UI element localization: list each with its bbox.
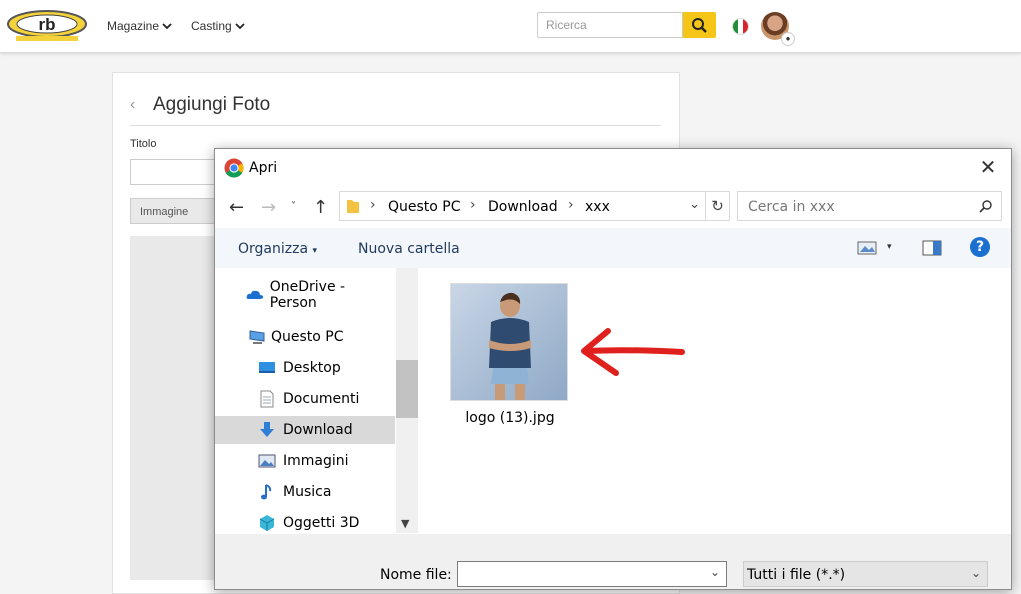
site-search-button[interactable] [683, 12, 716, 38]
title-field-label: Titolo [130, 138, 157, 150]
sidebar-item-label: Documenti [283, 391, 360, 407]
scroll-down-chevron-icon[interactable]: ▼ [401, 517, 409, 530]
new-folder-button[interactable]: Nuova cartella [358, 241, 460, 257]
organize-label: Organizza [238, 241, 309, 257]
computer-icon [249, 330, 265, 344]
breadcrumb-separator-icon: › [370, 197, 376, 213]
folder-search-input[interactable] [746, 198, 970, 216]
sidebar-item-pictures[interactable]: Immagini [258, 447, 349, 475]
recent-locations-chevron-icon[interactable]: ˅ [291, 201, 296, 212]
address-bar[interactable]: › Questo PC › Download › xxx ⌄ [339, 191, 706, 221]
view-dropdown-triangle-icon[interactable]: ▾ [887, 242, 892, 252]
sidebar-item-label: Questo PC [271, 329, 344, 345]
filename-field[interactable]: ⌄ [457, 561, 727, 587]
preview-pane-icon[interactable] [922, 240, 942, 256]
menu-magazine[interactable]: Magazine [107, 19, 172, 33]
download-icon [260, 422, 274, 437]
image-dropzone[interactable] [130, 236, 220, 580]
folder-icon [347, 200, 359, 213]
file-type-chevron-icon: ⌄ [970, 566, 981, 580]
desktop-icon [259, 362, 275, 373]
sidebar-item-label: Oggetti 3D [283, 515, 360, 531]
title-field[interactable] [130, 159, 220, 185]
back-chevron-icon[interactable]: ‹ [130, 96, 135, 114]
chevron-down-icon [162, 23, 172, 30]
file-type-select[interactable]: Tutti i file (*.*) ⌄ [743, 561, 988, 587]
chrome-icon [224, 158, 244, 178]
navigation-pane: OneDrive - Person Questo PC Desktop Docu… [215, 268, 395, 533]
sidebar-item-label: Musica [283, 484, 332, 500]
logo-text: rb [39, 15, 56, 34]
breadcrumb-download[interactable]: Download [488, 199, 558, 215]
breadcrumb-separator-icon: › [470, 197, 476, 213]
image-tab[interactable]: Immagine [130, 198, 220, 224]
user-icon: ● [781, 32, 795, 46]
italy-flag-icon[interactable] [732, 18, 749, 35]
breadcrumb-separator-icon: › [568, 197, 574, 213]
sidebar-item-3d-objects[interactable]: Oggetti 3D [258, 509, 359, 533]
menu-magazine-label: Magazine [107, 19, 160, 33]
music-icon [261, 484, 272, 500]
sidebar-item-documents[interactable]: Documenti [258, 385, 359, 413]
file-name-label[interactable]: logo (13).jpg [440, 410, 580, 426]
dialog-toolbar: Organizza ▾ Nuova cartella ▾ ? [215, 228, 1011, 268]
refresh-icon[interactable]: ↻ [706, 191, 730, 221]
document-icon [260, 390, 274, 408]
top-navbar: rb Magazine Casting ● [0, 0, 1021, 53]
organize-menu[interactable]: Organizza ▾ [238, 241, 317, 257]
navigation-scrollbar[interactable]: ▼ [396, 268, 418, 533]
forward-arrow-icon[interactable]: → [261, 197, 276, 218]
scrollbar-thumb[interactable] [396, 360, 418, 418]
sidebar-item-music[interactable]: Musica [258, 478, 331, 506]
dialog-title: Apri [249, 160, 278, 176]
page-title: Aggiungi Foto [153, 94, 271, 115]
folder-search-box[interactable] [737, 191, 1002, 221]
site-search-input[interactable] [537, 12, 683, 38]
title-divider [130, 125, 661, 126]
chevron-down-icon [235, 23, 245, 30]
sidebar-item-label: Download [283, 422, 353, 438]
sidebar-item-download[interactable]: Download [215, 416, 395, 444]
view-options-icon[interactable] [857, 241, 877, 255]
sidebar-item-onedrive[interactable]: OneDrive - Person [245, 279, 395, 311]
menu-casting-label: Casting [191, 19, 232, 33]
breadcrumb-xxx[interactable]: xxx [585, 199, 610, 215]
help-icon[interactable]: ? [970, 237, 990, 257]
sidebar-item-desktop[interactable]: Desktop [258, 354, 341, 382]
address-dropdown-chevron-icon[interactable]: ⌄ [689, 197, 700, 212]
sidebar-item-label: Desktop [283, 360, 341, 376]
site-logo[interactable]: rb [6, 8, 88, 42]
up-arrow-icon[interactable]: ↑ [313, 197, 328, 218]
pictures-icon [258, 454, 276, 468]
file-type-value: Tutti i file (*.*) [747, 567, 846, 583]
photo-image [451, 284, 567, 400]
menu-casting[interactable]: Casting [191, 19, 245, 33]
back-arrow-icon[interactable]: ← [229, 197, 244, 218]
file-thumbnail[interactable] [450, 283, 568, 401]
search-icon [979, 200, 992, 213]
red-arrow-annotation [581, 328, 685, 376]
cloud-icon [246, 290, 264, 299]
cube-icon [259, 515, 275, 531]
sidebar-item-label: Immagini [283, 453, 349, 469]
close-icon[interactable]: ✕ [975, 155, 1001, 179]
sidebar-item-label: OneDrive - Person [269, 279, 346, 311]
dropdown-triangle-icon: ▾ [312, 246, 318, 256]
filename-dropdown-chevron-icon[interactable]: ⌄ [710, 565, 720, 579]
search-icon [692, 18, 707, 33]
filename-label: Nome file: [380, 567, 452, 583]
sidebar-item-this-pc[interactable]: Questo PC [247, 323, 344, 351]
breadcrumb-questo-pc[interactable]: Questo PC [388, 199, 461, 215]
dialog-footer: Nome file: ⌄ Tutti i file (*.*) ⌄ [215, 534, 1011, 589]
